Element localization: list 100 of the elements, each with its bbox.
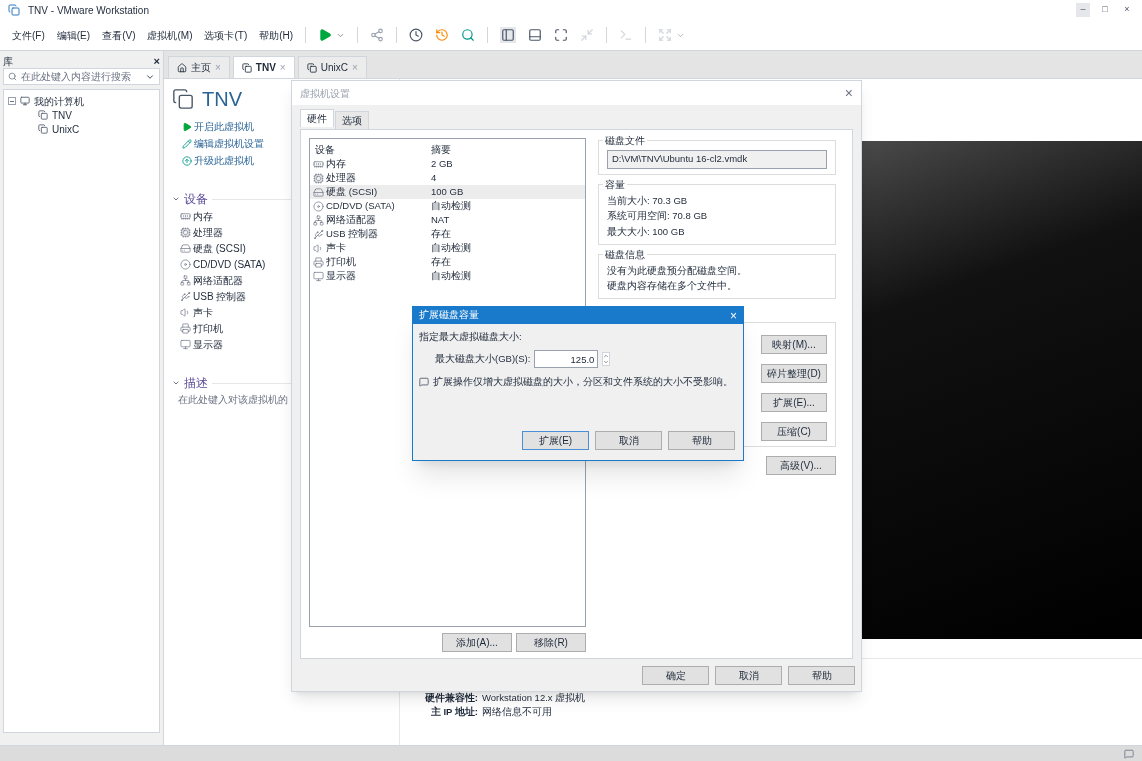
device-row[interactable]: 硬盘 (SCSI) 100 GB [310, 185, 585, 199]
hard-drive-icon [180, 242, 191, 254]
menu-item[interactable]: 选项卡(T) [204, 27, 248, 43]
tab[interactable]: 主页 × [168, 56, 230, 78]
device-item[interactable]: 显示器 [193, 336, 223, 352]
vm-icon [172, 88, 194, 110]
menu-item[interactable]: 编辑(E) [56, 27, 91, 43]
dialog-button[interactable]: 取消 [595, 431, 662, 450]
collapse-icon[interactable] [172, 195, 180, 203]
dialog-button[interactable]: 添加(A)... [442, 633, 512, 652]
panel-icon[interactable] [528, 28, 543, 42]
device-item[interactable]: 网络适配器 [193, 272, 243, 288]
device-row[interactable]: CD/DVD (SATA) 自动检测 [310, 199, 585, 213]
dialog-button[interactable]: 确定 [642, 665, 709, 685]
menu-item[interactable]: 查看(V) [102, 27, 136, 43]
dialog-button[interactable]: 碎片整理(D) [761, 364, 827, 384]
spin-button[interactable] [602, 352, 611, 367]
device-row[interactable]: 处理器 4 [310, 171, 585, 185]
action-link[interactable]: 升级此虚拟机 [194, 153, 254, 168]
tab[interactable]: UnixC × [297, 56, 367, 78]
device-row[interactable]: 声卡 自动检测 [310, 241, 585, 255]
tab[interactable]: 硬件 [300, 109, 334, 127]
speaker-icon [313, 242, 324, 254]
device-row[interactable]: 打印机 存在 [310, 255, 585, 269]
tab[interactable]: TNV × [232, 56, 295, 78]
message-icon[interactable] [1124, 748, 1134, 759]
monitor-icon [180, 338, 191, 350]
action-link[interactable]: 编辑虚拟机设置 [194, 136, 264, 151]
close-button[interactable]: × [1120, 3, 1134, 17]
dialog-button[interactable]: 压缩(C) [761, 422, 827, 442]
tree-item[interactable]: UnixC [52, 121, 80, 137]
group-title: 容量 [603, 177, 627, 192]
close-button[interactable]: × [153, 52, 160, 70]
section-title[interactable]: 设备 [184, 190, 208, 208]
maximize-button[interactable]: □ [1098, 3, 1112, 17]
device-summary: 存在 [431, 226, 451, 241]
search-icon[interactable] [461, 28, 476, 42]
device-row[interactable]: USB 控制器 存在 [310, 227, 585, 241]
device-item[interactable]: 内存 [193, 208, 213, 224]
memory-icon [180, 210, 191, 222]
disc-icon [313, 200, 324, 212]
device-summary: 2 GB [431, 156, 453, 171]
close-button[interactable]: × [844, 82, 853, 104]
history-icon[interactable] [435, 28, 450, 42]
dialog-button[interactable]: 高级(V)... [766, 456, 836, 476]
device-item[interactable]: 处理器 [193, 224, 223, 240]
vm-icon [306, 62, 317, 73]
device-name: 网络适配器 [326, 212, 376, 227]
device-summary: 自动检测 [431, 198, 471, 213]
menu-item[interactable]: 帮助(H) [259, 27, 294, 43]
clock-icon[interactable] [409, 28, 424, 42]
device-name: 内存 [326, 156, 346, 171]
device-item[interactable]: 声卡 [193, 304, 213, 320]
size-field[interactable]: 125.0 [534, 350, 599, 369]
dialog-button[interactable]: 映射(M)... [761, 335, 827, 355]
device-summary: 4 [431, 170, 437, 185]
column-header[interactable]: 摘要 [431, 143, 451, 157]
note-icon [419, 376, 429, 387]
action-link[interactable]: 开启此虚拟机 [194, 119, 254, 134]
minimize-button[interactable]: – [1076, 3, 1090, 17]
vm-icon [38, 110, 48, 120]
disk-file-field[interactable]: D:\VM\TNV\Ubuntu 16-cl2.vmdk [607, 150, 827, 169]
dialog-button[interactable]: 扩展(E) [522, 431, 589, 450]
collapse-icon[interactable] [172, 379, 180, 387]
device-row[interactable]: 显示器 自动检测 [310, 269, 585, 283]
tab[interactable]: 选项 [335, 111, 369, 129]
device-item[interactable]: USB 控制器 [193, 288, 247, 304]
column-header[interactable]: 设备 [315, 143, 431, 157]
dialog-button[interactable]: 帮助 [668, 431, 735, 450]
tree-toggle[interactable] [8, 97, 16, 105]
dialog-button[interactable]: 帮助 [788, 665, 855, 685]
close-button[interactable]: × [730, 306, 737, 325]
sidebar-icon[interactable] [500, 27, 517, 43]
capacity-text: 系统可用空间: 70.8 GB [607, 209, 709, 224]
tree-item[interactable]: 我的计算机 [34, 93, 84, 109]
menu-item[interactable]: 文件(F) [12, 27, 45, 43]
device-item[interactable]: 打印机 [193, 320, 223, 336]
printer-icon [180, 322, 191, 334]
play-icon [182, 121, 192, 132]
device-row[interactable]: 内存 2 GB [310, 157, 585, 171]
search-field[interactable]: 在此处键入内容进行搜索 [3, 68, 160, 85]
dialog-button[interactable]: 取消 [715, 665, 782, 685]
dialog-button[interactable]: 移除(R) [516, 633, 586, 652]
menu-item[interactable]: 虚拟机(M) [147, 27, 193, 43]
computer-icon [20, 96, 30, 106]
tree-item[interactable]: TNV [52, 107, 72, 123]
section-title[interactable]: 描述 [184, 374, 208, 392]
device-row[interactable]: 网络适配器 NAT [310, 213, 585, 227]
device-item[interactable]: CD/DVD (SATA) [193, 256, 266, 272]
fullscreen-icon[interactable] [554, 28, 569, 42]
pencil-icon [182, 138, 192, 149]
dialog-button[interactable]: 扩展(E)... [761, 393, 827, 413]
usb-icon [180, 290, 191, 302]
chip-icon [313, 172, 324, 184]
device-item[interactable]: 硬盘 (SCSI) [193, 240, 246, 256]
play-icon[interactable] [318, 28, 333, 42]
device-name: 打印机 [326, 254, 356, 269]
chip-icon [180, 226, 191, 238]
dialog-title: 虚拟机设置 [300, 86, 350, 101]
vm-icon [241, 62, 252, 73]
